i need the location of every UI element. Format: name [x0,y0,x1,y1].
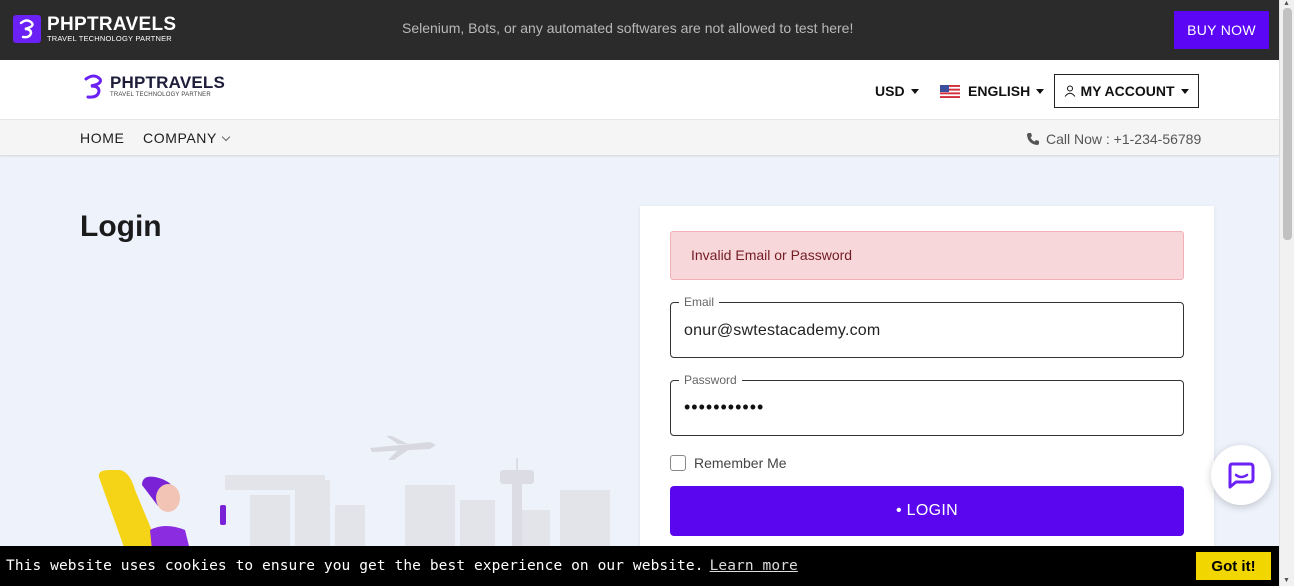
remember-me-label: Remember Me [694,455,787,471]
cookie-message: This website uses cookies to ensure you … [6,558,704,574]
password-input[interactable]: ••••••••••• [684,397,764,418]
header-brand-title: PHPTRAVELS [110,73,226,92]
email-input[interactable]: onur@swtestacademy.com [684,322,880,340]
page-title: Login [80,210,162,243]
chevron-down-icon [221,132,231,142]
learn-more-link[interactable]: Learn more [710,558,798,574]
cookie-banner: This website uses cookies to ensure you … [0,546,1279,586]
error-alert: Invalid Email or Password [670,231,1184,280]
user-icon [1065,85,1076,97]
password-label: Password [679,373,742,387]
header-brand-subtitle: TRAVEL TECHNOLOGY PARTNER [110,92,211,98]
main-header: PHPTRAVELS TRAVEL TECHNOLOGY PARTNER USD… [0,60,1279,120]
scroll-down-icon[interactable]: ▼ [1283,577,1290,584]
bot-notice: Selenium, Bots, or any automated softwar… [402,20,854,36]
remember-me-checkbox[interactable] [670,455,686,471]
nav-company[interactable]: COMPANY [143,130,231,146]
call-now[interactable]: Call Now : +1-234-56789 [1026,131,1201,147]
chat-icon [1228,462,1255,489]
caret-down-icon [1036,88,1045,94]
language-dropdown[interactable]: ENGLISH [940,83,1045,99]
top-brand-title: PHPTRAVELS [47,13,177,35]
cookie-accept-button[interactable]: Got it! [1196,552,1271,580]
us-flag-icon [940,84,960,98]
scroll-up-icon[interactable]: ▲ [1283,0,1290,7]
buy-now-button[interactable]: BUY NOW [1174,11,1269,49]
password-field[interactable]: Password ••••••••••• [670,373,1184,436]
language-label: ENGLISH [968,83,1031,99]
email-field[interactable]: Email onur@swtestacademy.com [670,295,1184,358]
currency-dropdown[interactable]: USD [875,83,919,99]
travel-illustration [98,436,610,550]
scrollbar-thumb[interactable] [1283,8,1292,240]
page-scrollbar[interactable]: ▲ ▼ [1279,0,1294,586]
my-account-button[interactable]: MY ACCOUNT [1054,74,1199,108]
email-label: Email [679,295,720,309]
nav-bar: HOME COMPANY Call Now : +1-234-56789 [0,120,1279,156]
nav-home[interactable]: HOME [80,130,124,146]
top-brand-subtitle: TRAVEL TECHNOLOGY PARTNER [47,33,172,43]
my-account-label: MY ACCOUNT [1080,83,1175,99]
top-bar: PHPTRAVELS TRAVEL TECHNOLOGY PARTNER Sel… [0,0,1279,60]
top-logo[interactable]: PHPTRAVELS TRAVEL TECHNOLOGY PARTNER [13,15,176,43]
caret-down-icon [910,88,919,94]
caret-down-icon [1180,88,1189,94]
header-logo[interactable]: PHPTRAVELS TRAVEL TECHNOLOGY PARTNER [82,73,225,101]
remember-me[interactable]: Remember Me [670,455,787,471]
phone-icon [1027,133,1039,145]
call-now-label: Call Now : +1-234-56789 [1046,131,1202,147]
login-button[interactable]: • LOGIN [670,486,1184,536]
nav-company-label: COMPANY [143,130,217,146]
login-card: Invalid Email or Password Email onur@swt… [640,206,1214,566]
logo-mark-icon [13,15,41,43]
chat-widget-button[interactable] [1211,445,1271,505]
brand-logo-icon [84,74,102,99]
currency-label: USD [875,83,905,99]
